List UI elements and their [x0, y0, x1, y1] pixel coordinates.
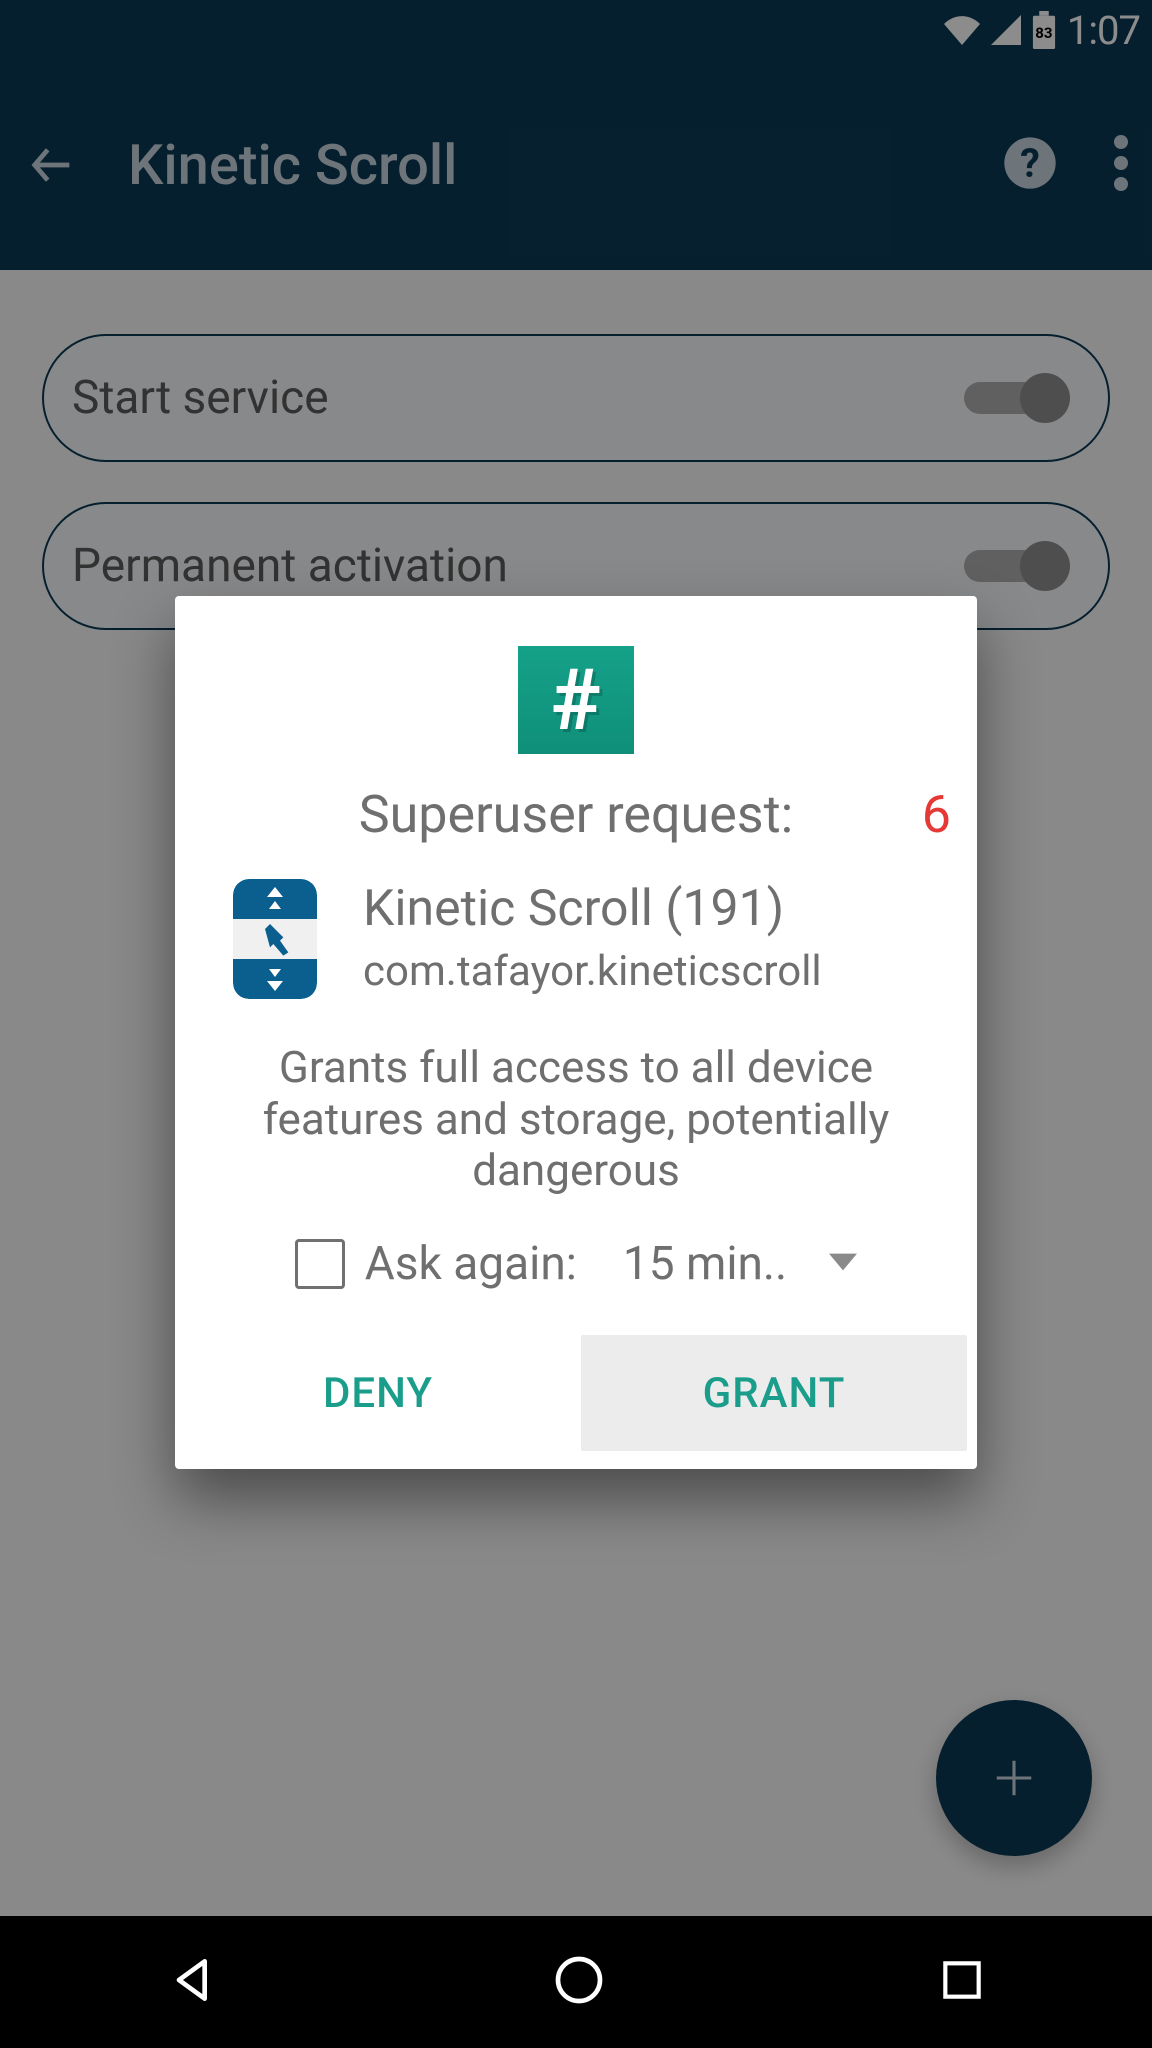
hash-icon: # [551, 651, 601, 750]
requesting-app-package: com.tafayor.kineticscroll [363, 945, 822, 1000]
dialog-title: Superuser request: [205, 784, 947, 845]
android-navbar [0, 1916, 1152, 2048]
superuser-dialog: # Superuser request: 6 Kinetic Scroll (1… [175, 596, 977, 1469]
requesting-app-name: Kinetic Scroll (191) [363, 879, 822, 939]
dialog-countdown: 6 [922, 784, 951, 845]
chevron-down-icon [829, 1253, 857, 1275]
duration-value: 15 min.. [623, 1237, 787, 1291]
grant-button[interactable]: GRANT [581, 1335, 967, 1451]
duration-dropdown[interactable]: 15 min.. [623, 1237, 857, 1291]
ask-again-checkbox[interactable] [295, 1239, 345, 1289]
requesting-app-icon [233, 879, 317, 999]
nav-home-button[interactable] [551, 1952, 607, 2012]
deny-button[interactable]: DENY [185, 1335, 571, 1451]
superuser-app-icon: # [518, 646, 634, 754]
nav-recents-button[interactable] [937, 1955, 987, 2009]
nav-back-button[interactable] [165, 1952, 221, 2012]
ask-again-label: Ask again: [365, 1237, 577, 1291]
warning-text: Grants full access to all device feature… [215, 1042, 937, 1198]
